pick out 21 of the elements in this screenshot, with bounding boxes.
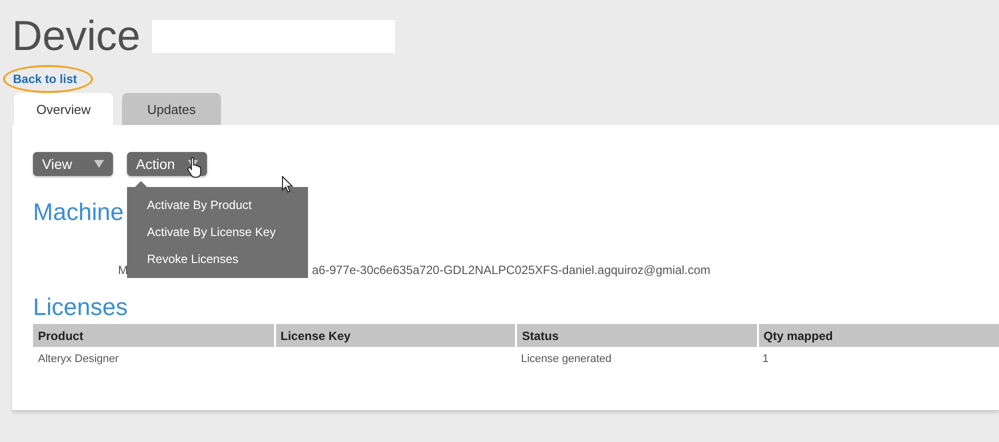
tab[interactable]: Updates [122, 93, 221, 125]
tab[interactable]: Overview [14, 93, 113, 125]
column-header: Status [516, 324, 758, 347]
menu-item[interactable]: Activate By License Key [127, 219, 308, 246]
machine-text: a6-977e-30c6e635a720-GDL2NALPC025XFS-daniel.agquiroz@gmial.com [312, 263, 710, 279]
page-title: Device [12, 14, 140, 58]
table-cell: License generated [516, 347, 758, 371]
table-cell: Alteryx Designer [33, 347, 274, 371]
back-link[interactable]: Back to list [13, 72, 78, 86]
section-heading: Licenses [33, 295, 128, 321]
column-header: Product [33, 324, 274, 347]
column-header: Qty mapped [758, 324, 999, 347]
caret-icon [94, 160, 104, 168]
table-cell: 1 [758, 347, 999, 371]
machine-text: M [118, 263, 128, 279]
dropdown-button[interactable]: View [33, 152, 113, 176]
section-heading: Machine [33, 200, 124, 226]
menu-item[interactable]: Activate By Product [127, 192, 308, 219]
menu-item[interactable]: Revoke Licenses [127, 246, 308, 273]
column-header: License Key [274, 324, 516, 347]
pointer-cursor-icon [282, 176, 293, 193]
